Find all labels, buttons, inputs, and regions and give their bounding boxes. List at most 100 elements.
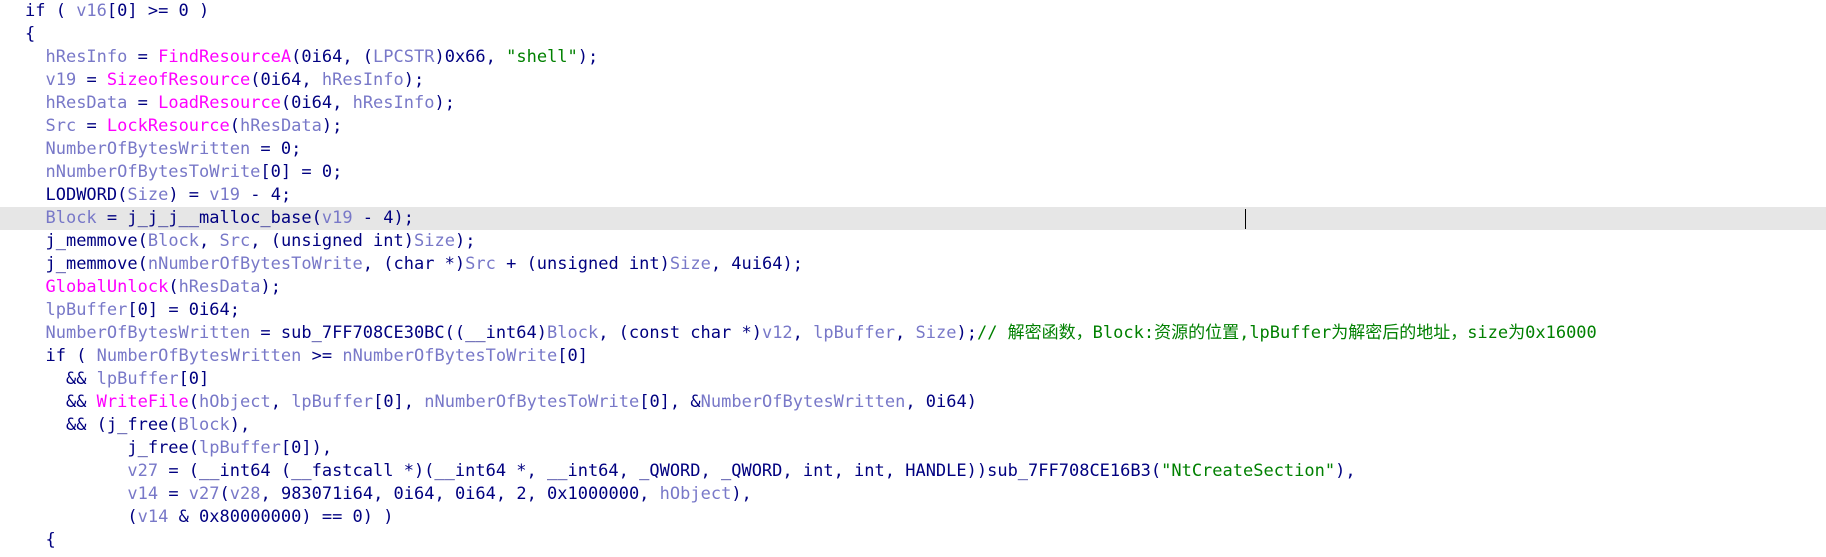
token-var[interactable]: hResData	[240, 116, 322, 136]
token-plain: ) =	[168, 185, 210, 205]
token-var[interactable]: NumberOfBytesWritten	[45, 139, 250, 159]
token-var[interactable]: NumberOfBytesWritten	[45, 323, 250, 343]
token-var[interactable]: v16	[76, 1, 107, 21]
token-var[interactable]: hResData	[45, 93, 127, 113]
token-var[interactable]: lpBuffer	[45, 300, 127, 320]
token-plain: ,	[270, 392, 292, 412]
token-func[interactable]: SizeofResource	[107, 70, 250, 90]
token-var[interactable]: v14	[127, 484, 158, 504]
token-plain: & 0x80000000) == 0) )	[168, 507, 394, 527]
line-12[interactable]: j_memmove(nNumberOfBytesToWrite, (char *…	[0, 253, 1826, 276]
line-6[interactable]: Src = LockResource(hResData);	[0, 115, 1826, 138]
token-var[interactable]: hResInfo	[322, 70, 404, 90]
token-plain: );	[577, 47, 599, 67]
line-8[interactable]: nNumberOfBytesToWrite[0] = 0;	[0, 161, 1826, 184]
line-17[interactable]: && lpBuffer[0]	[0, 368, 1826, 391]
token-func[interactable]: FindResourceA	[158, 47, 291, 67]
token-plain: ,	[792, 323, 814, 343]
token-var[interactable]: hResInfo	[353, 93, 435, 113]
token-plain: + (unsigned int)	[495, 254, 670, 274]
token-var[interactable]: Size	[916, 323, 957, 343]
token-func[interactable]: LockResource	[107, 116, 230, 136]
token-var[interactable]: v14	[138, 507, 169, 527]
line-15[interactable]: NumberOfBytesWritten = sub_7FF708CE30BC(…	[0, 322, 1826, 345]
line-24[interactable]: {	[0, 529, 1826, 552]
token-plain: j_memmove(	[45, 254, 148, 274]
token-var[interactable]: lpBuffer	[199, 438, 281, 458]
pseudocode-view[interactable]: if ( v16[0] >= 0 ){ hResInfo = FindResou…	[0, 0, 1826, 557]
token-plain: (	[127, 507, 138, 527]
token-var[interactable]: v19	[45, 70, 76, 90]
token-var[interactable]: Block	[148, 231, 199, 251]
line-13[interactable]: GlobalUnlock(hResData);	[0, 276, 1826, 299]
token-plain: );	[260, 277, 281, 297]
line-18[interactable]: && WriteFile(hObject, lpBuffer[0], nNumb…	[0, 391, 1826, 414]
token-var[interactable]: LPCSTR	[373, 47, 434, 67]
token-plain: (	[219, 484, 230, 504]
token-plain: >=	[301, 346, 343, 366]
token-var[interactable]: NumberOfBytesWritten	[701, 392, 906, 412]
token-var[interactable]: v12	[762, 323, 793, 343]
token-var[interactable]: lpBuffer	[291, 392, 373, 412]
line-19[interactable]: && (j_free(Block),	[0, 414, 1826, 437]
line-16[interactable]: if ( NumberOfBytesWritten >= nNumberOfBy…	[0, 345, 1826, 368]
token-plain: [0] >= 0 )	[106, 1, 210, 21]
line-3[interactable]: hResInfo = FindResourceA(0i64, (LPCSTR)0…	[0, 46, 1826, 69]
token-var[interactable]: nNumberOfBytesToWrite	[45, 162, 260, 182]
token-var[interactable]: Block	[179, 415, 230, 435]
token-func[interactable]: WriteFile	[97, 392, 189, 412]
line-1[interactable]: if ( v16[0] >= 0 )	[0, 0, 1826, 23]
token-var[interactable]: v19	[322, 208, 353, 228]
token-func[interactable]: GlobalUnlock	[45, 277, 168, 297]
token-plain: &&	[65, 392, 97, 412]
token-var[interactable]: Block	[547, 323, 598, 343]
line-5[interactable]: hResData = LoadResource(0i64, hResInfo);	[0, 92, 1826, 115]
token-var[interactable]: v27	[127, 461, 158, 481]
token-var[interactable]: hResData	[179, 277, 261, 297]
token-var[interactable]: hObject	[660, 484, 732, 504]
line-23[interactable]: (v14 & 0x80000000) == 0) )	[0, 506, 1826, 529]
token-var[interactable]: lpBuffer	[813, 323, 895, 343]
line-2[interactable]: {	[0, 23, 1826, 46]
token-var[interactable]: Src	[45, 116, 76, 136]
token-plain: [0] = 0i64;	[127, 300, 240, 320]
token-var[interactable]: nNumberOfBytesToWrite	[148, 254, 363, 274]
token-var[interactable]: hObject	[199, 392, 271, 412]
line-7[interactable]: NumberOfBytesWritten = 0;	[0, 138, 1826, 161]
token-var[interactable]: nNumberOfBytesToWrite	[424, 392, 639, 412]
token-var[interactable]: Size	[414, 231, 455, 251]
line-10[interactable]: Block = j_j_j__malloc_base(v19 - 4);	[0, 207, 1826, 230]
token-plain: , 983071i64, 0i64, 0i64, 2, 0x1000000,	[260, 484, 660, 504]
token-plain: = 0;	[250, 139, 302, 159]
line-4[interactable]: v19 = SizeofResource(0i64, hResInfo);	[0, 69, 1826, 92]
line-21[interactable]: v27 = (__int64 (__fastcall *)(__int64 *,…	[0, 460, 1826, 483]
line-11[interactable]: j_memmove(Block, Src, (unsigned int)Size…	[0, 230, 1826, 253]
token-var[interactable]: nNumberOfBytesToWrite	[342, 346, 557, 366]
token-var[interactable]: Size	[127, 185, 168, 205]
token-var[interactable]: Src	[465, 254, 496, 274]
token-plain: (0i64, (	[291, 47, 374, 67]
line-14[interactable]: lpBuffer[0] = 0i64;	[0, 299, 1826, 322]
token-var[interactable]: NumberOfBytesWritten	[97, 346, 302, 366]
line-20[interactable]: j_free(lpBuffer[0]),	[0, 437, 1826, 460]
token-var[interactable]: hResInfo	[45, 47, 127, 67]
token-var[interactable]: v19	[209, 185, 240, 205]
line-9[interactable]: LODWORD(Size) = v19 - 4;	[0, 184, 1826, 207]
token-var[interactable]: Block	[45, 208, 96, 228]
token-plain: =	[76, 70, 107, 90]
token-var[interactable]: Size	[670, 254, 711, 274]
token-var[interactable]: lpBuffer	[97, 369, 179, 389]
token-func[interactable]: LoadResource	[158, 93, 281, 113]
line-22[interactable]: v14 = v27(v28, 983071i64, 0i64, 0i64, 2,…	[0, 483, 1826, 506]
token-var[interactable]: v28	[230, 484, 261, 504]
token-var[interactable]: Src	[220, 231, 251, 251]
token-var[interactable]: v27	[189, 484, 220, 504]
